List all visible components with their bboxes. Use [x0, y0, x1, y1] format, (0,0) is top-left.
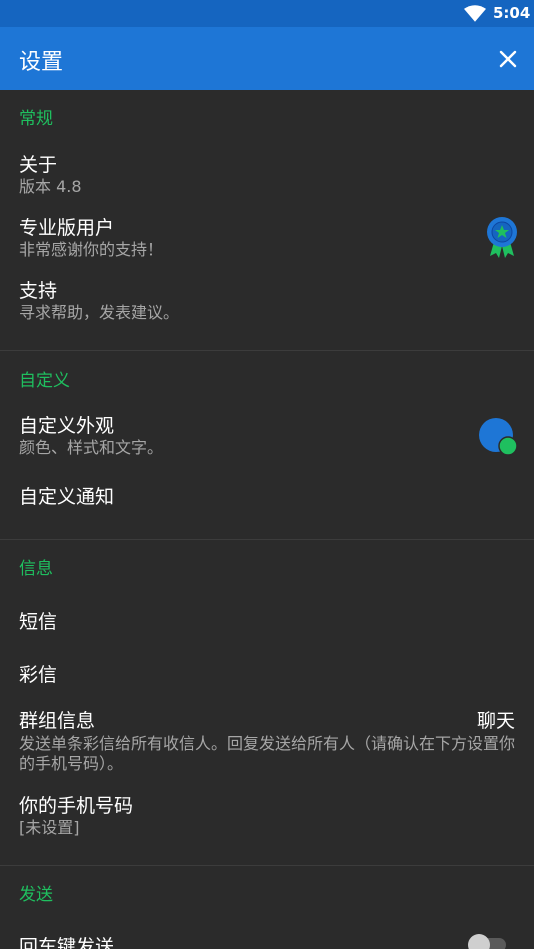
enter-to-send-toggle[interactable] [468, 934, 508, 949]
support-row[interactable]: 支持 寻求帮助，发表建议。 [0, 268, 534, 332]
close-icon[interactable] [496, 47, 520, 71]
pro-user-subtitle: 非常感谢你的支持！ [19, 240, 164, 259]
mms-title: 彩信 [19, 664, 58, 686]
phone-number-title: 你的手机号码 [19, 795, 134, 817]
enter-to-send-title: 回车键发送 [19, 936, 115, 949]
status-time: 5:04 [493, 4, 531, 22]
section-header-sending: 发送 [19, 885, 53, 905]
about-version: 版本 4.8 [19, 177, 82, 196]
about-title: 关于 [19, 154, 58, 176]
about-row[interactable]: 关于 版本 4.8 [0, 142, 534, 204]
pro-user-title: 专业版用户 [19, 217, 115, 239]
toggle-thumb [468, 934, 490, 949]
sms-row[interactable]: 短信 [0, 596, 534, 646]
enter-to-send-row[interactable]: 回车键发送 [0, 922, 534, 949]
mms-row[interactable]: 彩信 [0, 650, 534, 700]
phone-number-row[interactable]: 你的手机号码 [未设置] [0, 784, 534, 846]
app-bar: 设置 [0, 27, 534, 90]
pro-user-row[interactable]: 专业版用户 非常感谢你的支持！ [0, 205, 534, 267]
phone-number-value: [未设置] [19, 818, 80, 837]
group-messaging-subtitle: 发送单条彩信给所有收信人。回复发送给所有人（请确认在下方设置你的手机号码）。 [19, 734, 516, 773]
group-messaging-title: 群组信息 [19, 710, 96, 732]
status-bar: 5:04 [0, 0, 534, 27]
page-title: 设置 [19, 50, 64, 75]
custom-appearance-subtitle: 颜色、样式和文字。 [19, 438, 164, 457]
custom-notifications-title: 自定义通知 [19, 486, 115, 508]
custom-notifications-row[interactable]: 自定义通知 [0, 472, 534, 522]
sms-title: 短信 [19, 611, 58, 633]
group-messaging-value: 聊天 [476, 710, 515, 732]
wifi-icon [464, 5, 486, 22]
award-badge-icon [487, 217, 517, 258]
palette-dot-icon [479, 418, 518, 456]
support-title: 支持 [19, 280, 58, 302]
divider [0, 350, 534, 351]
section-header-general: 常规 [19, 109, 53, 129]
support-subtitle: 寻求帮助，发表建议。 [19, 303, 180, 322]
section-header-messages: 信息 [19, 559, 53, 579]
section-header-customize: 自定义 [19, 371, 70, 391]
divider [0, 865, 534, 866]
divider [0, 539, 534, 540]
custom-appearance-title: 自定义外观 [19, 415, 115, 437]
custom-appearance-row[interactable]: 自定义外观 颜色、样式和文字。 [0, 404, 534, 466]
group-messaging-row[interactable]: 群组信息 聊天 发送单条彩信给所有收信人。回复发送给所有人（请确认在下方设置你的… [0, 700, 534, 782]
